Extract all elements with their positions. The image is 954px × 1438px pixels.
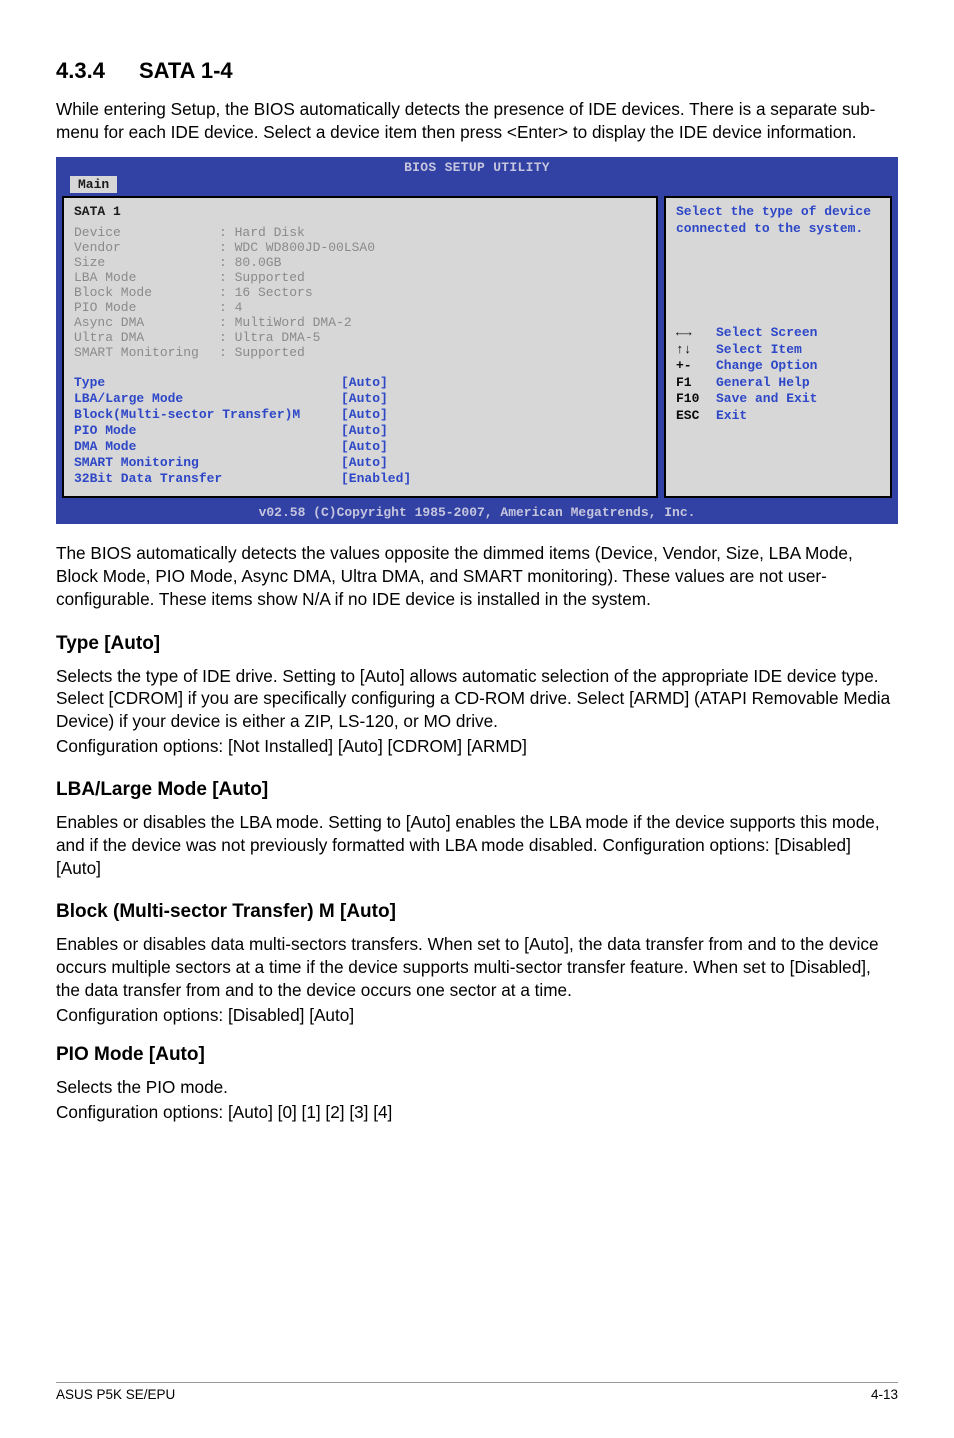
footer-page-number: 4-13 — [871, 1387, 898, 1402]
section-title: SATA 1-4 — [139, 58, 233, 83]
bios-config-row[interactable]: Type[Auto] — [74, 375, 646, 390]
bios-left-panel: SATA 1 Device: Hard Disk Vendor: WDC WD8… — [62, 196, 658, 498]
bios-title: BIOS SETUP UTILITY — [56, 157, 898, 176]
block-options: Configuration options: [Disabled] [Auto] — [56, 1004, 898, 1027]
lba-heading: LBA/Large Mode [Auto] — [56, 779, 898, 801]
bios-dimmed-row: Block Mode: 16 Sectors — [74, 285, 646, 300]
type-body: Selects the type of IDE drive. Setting t… — [56, 665, 898, 733]
bios-footer: v02.58 (C)Copyright 1985-2007, American … — [56, 504, 898, 524]
block-heading: Block (Multi-sector Transfer) M [Auto] — [56, 901, 898, 923]
section-heading: 4.3.4 SATA 1-4 — [56, 58, 898, 84]
bios-legend: ←→Select Screen ↑↓Select Item +-Change O… — [676, 325, 880, 425]
bios-dimmed-row: SMART Monitoring: Supported — [74, 345, 646, 360]
type-options: Configuration options: [Not Installed] [… — [56, 735, 898, 758]
bios-help-text: Select the type of device connected to t… — [676, 204, 880, 237]
bios-dimmed-row: Vendor: WDC WD800JD-00LSA0 — [74, 240, 646, 255]
pio-body: Selects the PIO mode. — [56, 1076, 898, 1099]
arrow-lr-icon: ←→ — [676, 325, 716, 342]
bios-dimmed-row: Async DMA: MultiWord DMA-2 — [74, 315, 646, 330]
intro-paragraph: While entering Setup, the BIOS automatic… — [56, 98, 898, 143]
lba-body: Enables or disables the LBA mode. Settin… — [56, 811, 898, 879]
bios-dimmed-row: Device: Hard Disk — [74, 225, 646, 240]
bios-tab-main[interactable]: Main — [70, 176, 117, 193]
bios-config-row[interactable]: LBA/Large Mode[Auto] — [74, 391, 646, 406]
pio-options: Configuration options: [Auto] [0] [1] [2… — [56, 1101, 898, 1124]
bios-config-row[interactable]: PIO Mode[Auto] — [74, 423, 646, 438]
bios-dimmed-row: LBA Mode: Supported — [74, 270, 646, 285]
bios-tabbar: Main — [56, 176, 898, 196]
bios-config-row[interactable]: DMA Mode[Auto] — [74, 439, 646, 454]
footer-product: ASUS P5K SE/EPU — [56, 1387, 175, 1402]
bios-panel-header: SATA 1 — [74, 204, 646, 219]
section-number: 4.3.4 — [56, 58, 105, 83]
block-body: Enables or disables data multi-sectors t… — [56, 933, 898, 1001]
bios-config-row[interactable]: SMART Monitoring[Auto] — [74, 455, 646, 470]
bios-config-row[interactable]: 32Bit Data Transfer[Enabled] — [74, 471, 646, 486]
bios-right-panel: Select the type of device connected to t… — [664, 196, 892, 498]
type-heading: Type [Auto] — [56, 633, 898, 655]
pio-heading: PIO Mode [Auto] — [56, 1044, 898, 1066]
post-bios-paragraph: The BIOS automatically detects the value… — [56, 542, 898, 610]
bios-dimmed-row: PIO Mode: 4 — [74, 300, 646, 315]
bios-dimmed-row: Size: 80.0GB — [74, 255, 646, 270]
bios-screenshot: BIOS SETUP UTILITY Main SATA 1 Device: H… — [56, 157, 898, 524]
page-footer: ASUS P5K SE/EPU 4-13 — [56, 1382, 898, 1402]
bios-config-row[interactable]: Block(Multi-sector Transfer)M[Auto] — [74, 407, 646, 422]
bios-dimmed-row: Ultra DMA: Ultra DMA-5 — [74, 330, 646, 345]
arrow-ud-icon: ↑↓ — [676, 342, 716, 359]
